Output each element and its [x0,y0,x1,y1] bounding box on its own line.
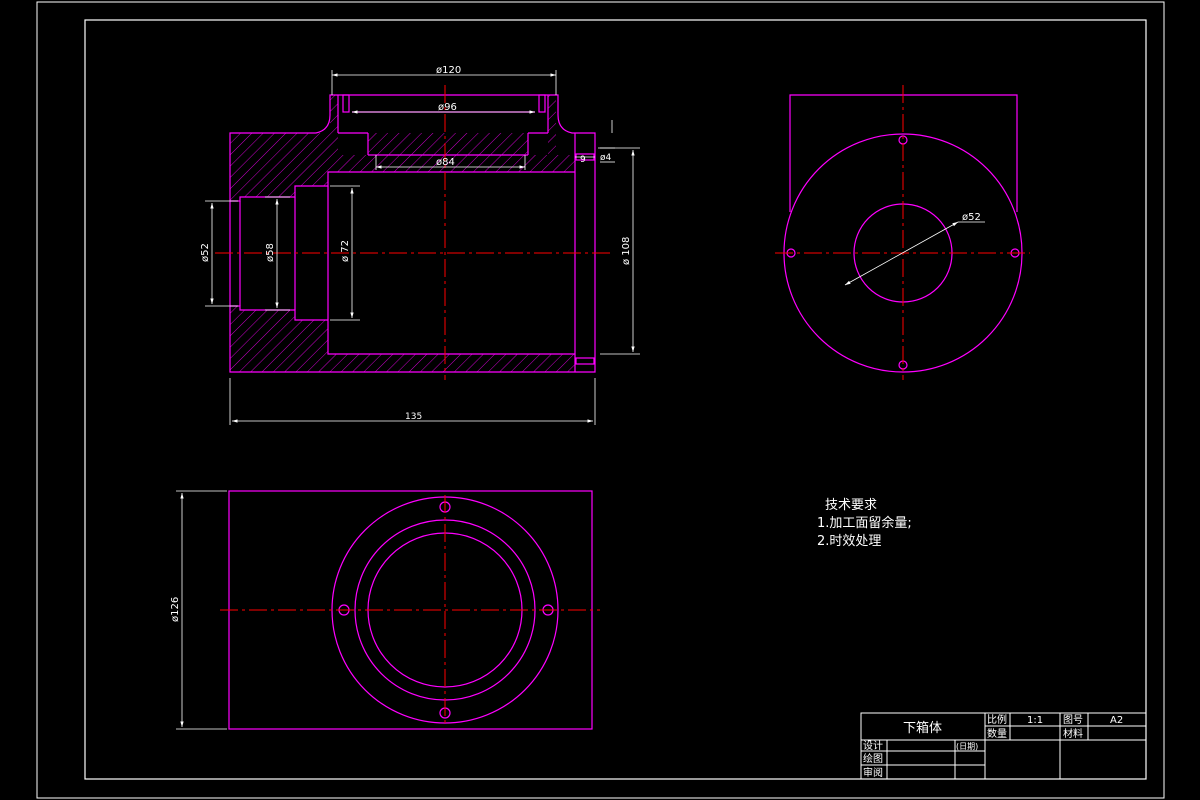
tb-scale-value: 1:1 [1027,715,1043,726]
sheet-outer-border [36,1,1165,799]
technical-requirements: 技术要求 1.加工面留余量; 2.时效处理 [817,498,912,549]
tb-material-label: 材料 [1063,727,1083,740]
dim-length: 135 [405,412,422,422]
dim-d4: ø4 [600,153,612,163]
tb-quantity-label: 数量 [987,727,1007,740]
dim-d72: ø 72 [340,240,351,262]
front-section-view [215,85,610,380]
tb-drawing-no-value: A2 [1110,715,1123,726]
dim-d108: ø 108 [621,237,632,265]
dim-d58: ø58 [265,243,276,262]
tb-designer-label: 设计 [863,739,883,752]
dim-d52-section: ø52 [200,243,211,262]
tb-drafter-label: 绘图 [863,752,883,765]
dim-d96: ø96 [438,102,457,113]
tb-part-name: 下箱体 [903,720,942,736]
notes-item-2: 2.时效处理 [817,534,881,549]
tb-date-label: (日期) [956,742,978,751]
tb-reviewer-label: 审阅 [863,766,883,779]
dim-d120: ø120 [436,65,461,76]
notes-title: 技术要求 [825,498,877,513]
notes-item-1: 1.加工面留余量; [817,515,912,531]
dim-d52-side: ø52 [962,212,981,223]
cad-drawing-sheet: ø120 ø96 ø84 ø4 9 ø 108 ø 72 ø58 ø52 135… [36,1,1165,799]
tb-drawing-no-label: 图号 [1063,714,1083,726]
dim-w9: 9 [580,155,586,165]
hatch-lower [230,306,575,372]
dim-d126: ø126 [170,597,181,622]
tb-scale-label: 比例 [987,713,1007,726]
dim-d84: ø84 [436,157,455,168]
